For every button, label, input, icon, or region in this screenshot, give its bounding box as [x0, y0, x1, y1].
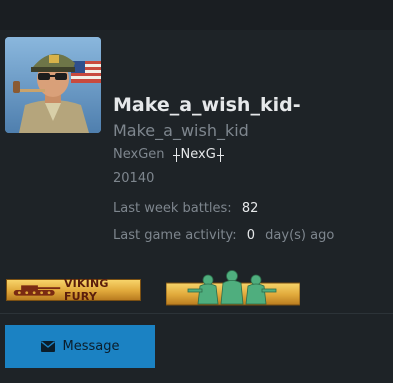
- username: Make_a_wish_kid: [113, 121, 249, 140]
- player-id: 20140: [113, 171, 155, 186]
- tank-icon: [13, 285, 61, 296]
- clan-name[interactable]: NexGen: [113, 147, 165, 162]
- last-activity-row: Last game activity: 0 day(s) ago: [113, 228, 334, 243]
- soldiers-medal[interactable]: [166, 270, 300, 306]
- clan-tag[interactable]: NexG: [172, 146, 225, 162]
- divider: [0, 313, 393, 314]
- message-button[interactable]: Message: [5, 325, 155, 368]
- header-band: [0, 0, 393, 30]
- message-button-label: Message: [62, 339, 120, 354]
- general-portrait-icon: [5, 37, 101, 133]
- last-activity-label: Last game activity:: [113, 228, 237, 243]
- viking-fury-text: VIKING FURY: [63, 277, 109, 303]
- viking-fury-medal[interactable]: VIKING FURY: [6, 277, 141, 303]
- last-week-battles-row: Last week battles: 82: [113, 201, 258, 216]
- display-name: Make_a_wish_kid-: [113, 94, 301, 116]
- last-week-battles-label: Last week battles:: [113, 201, 232, 216]
- clan-tag-bar-left: [175, 147, 177, 162]
- last-activity-unit: day(s) ago: [265, 228, 335, 243]
- last-activity-value: 0: [246, 228, 256, 243]
- soldiers-icon: [187, 270, 277, 305]
- avatar: [5, 37, 101, 133]
- clan-row: NexGen NexG: [113, 145, 225, 163]
- clan-tag-text: NexG: [179, 146, 217, 162]
- last-week-battles-value: 82: [241, 201, 259, 216]
- envelope-icon: [40, 341, 55, 352]
- clan-tag-bar-right: [219, 147, 221, 162]
